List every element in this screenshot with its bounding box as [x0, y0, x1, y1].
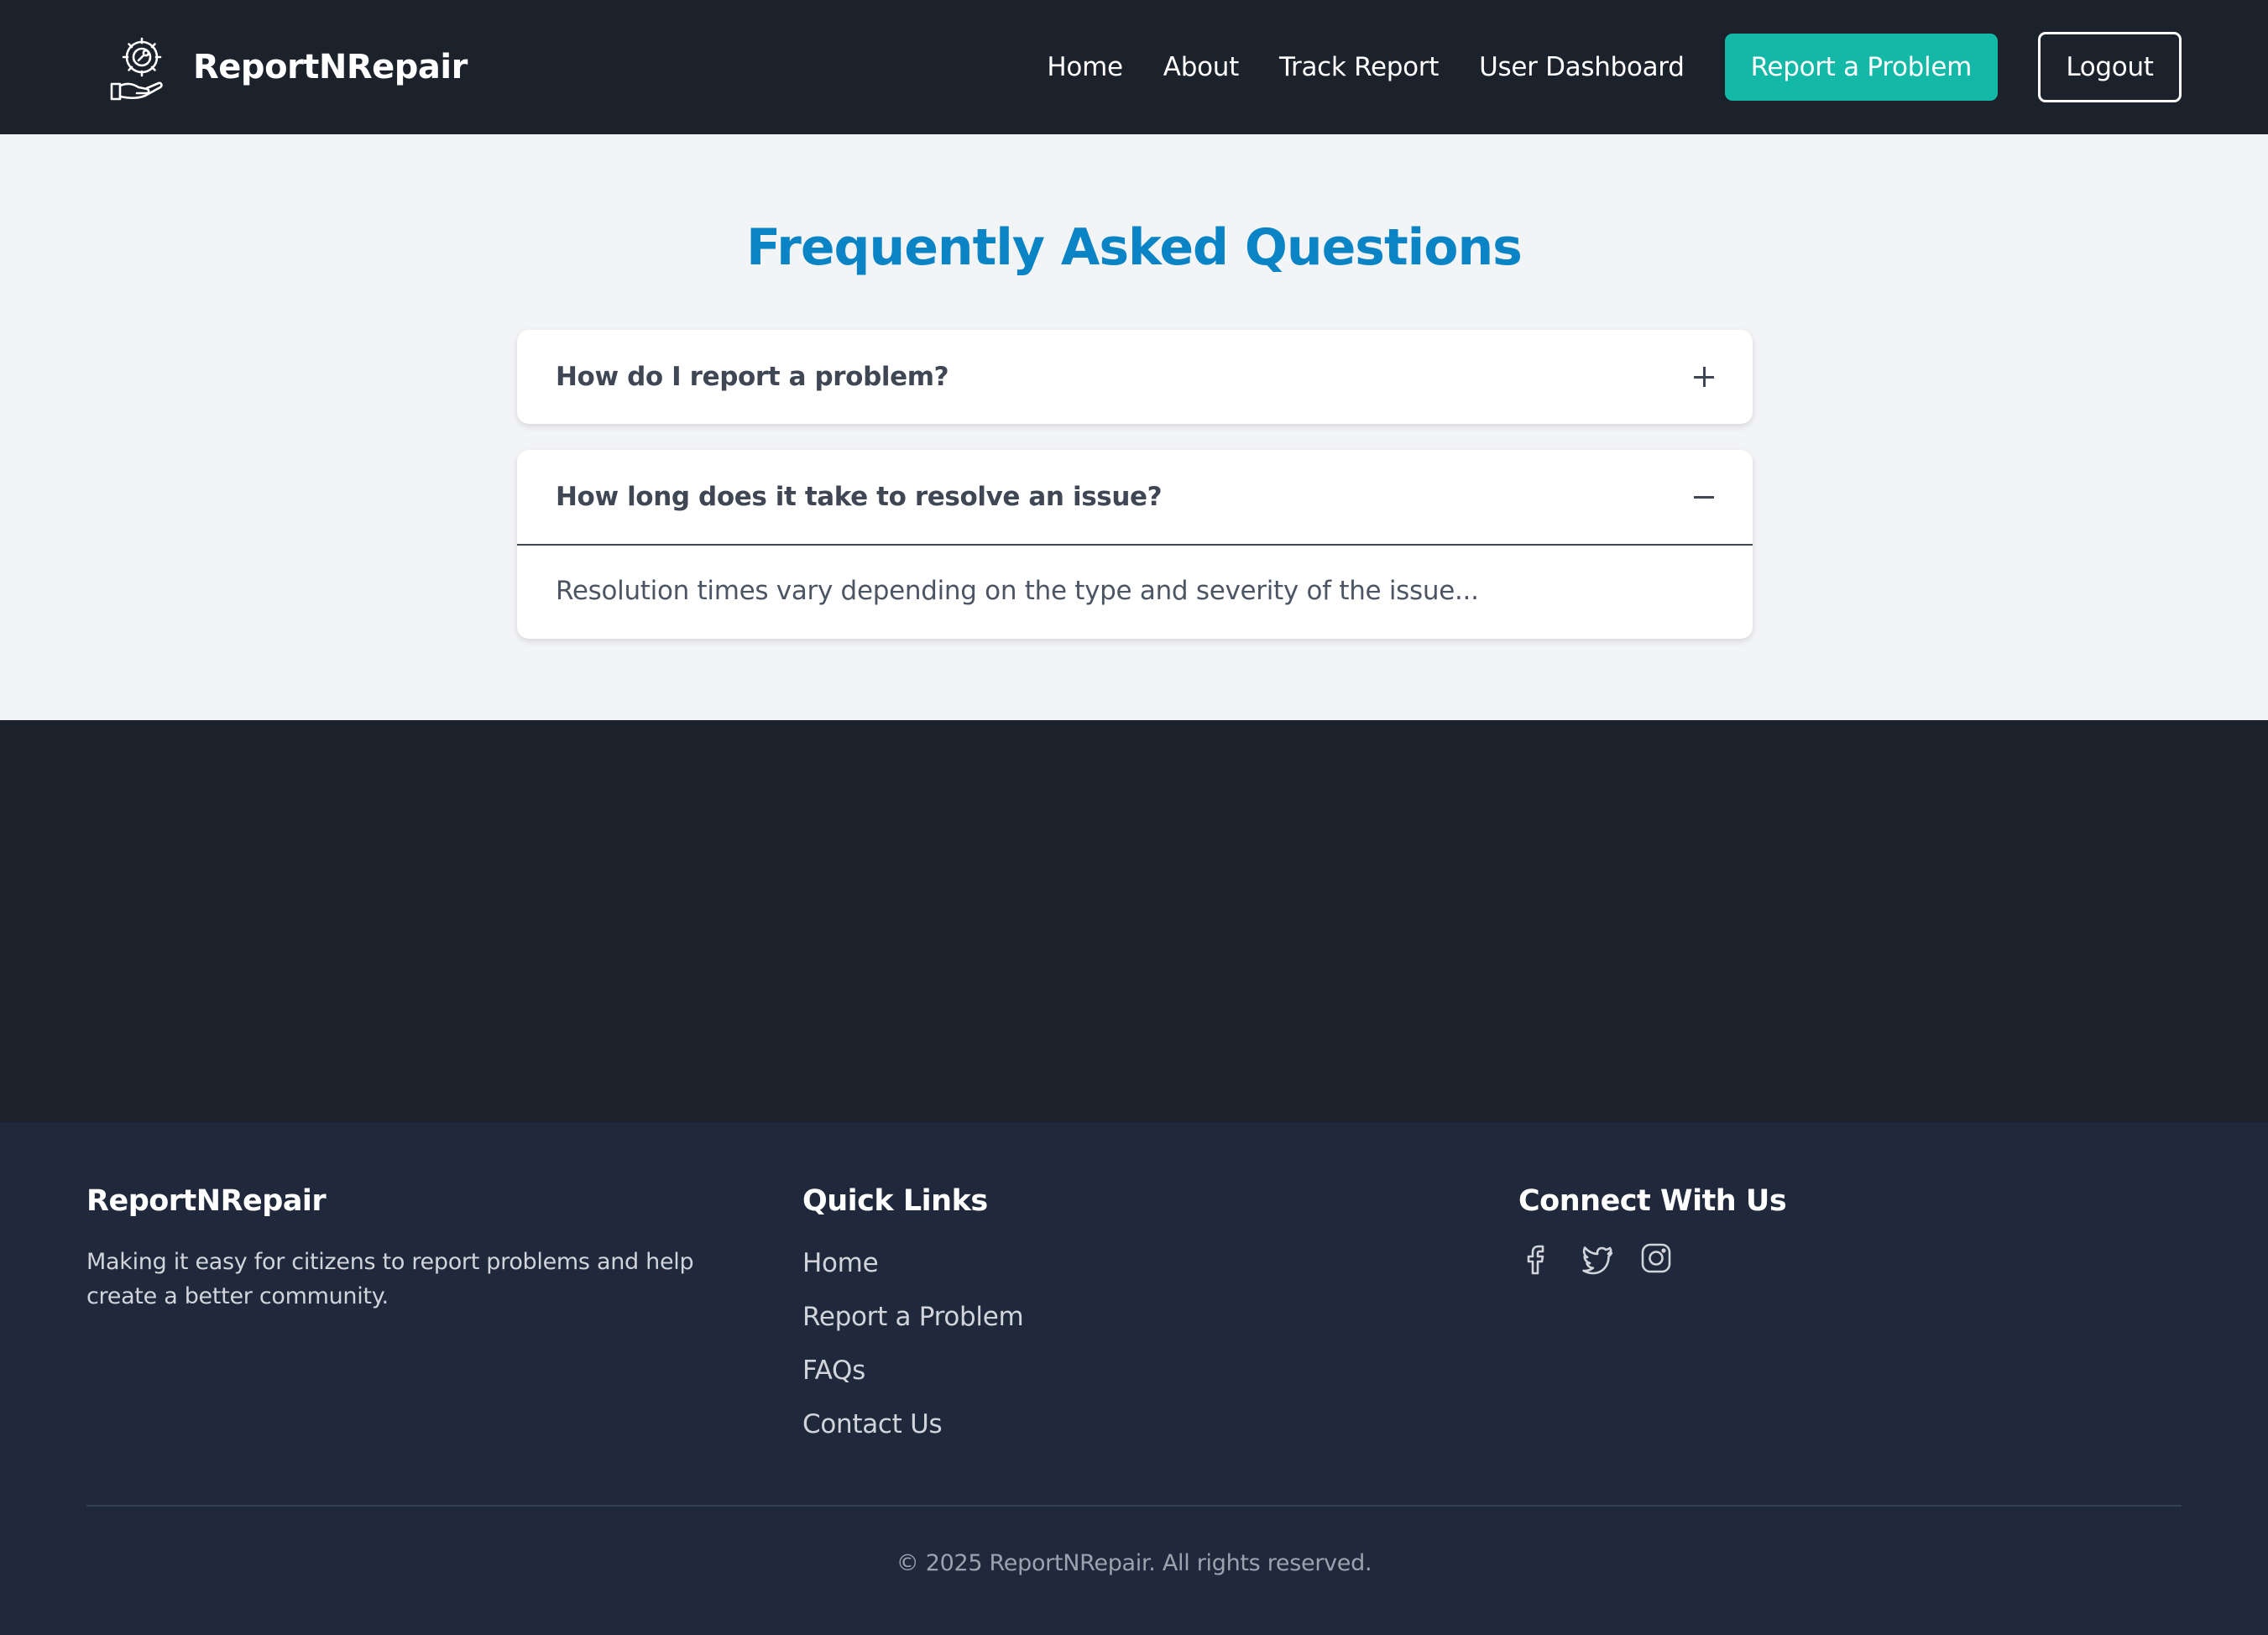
report-problem-button[interactable]: Report a Problem [1724, 34, 1998, 101]
minus-icon[interactable] [1694, 487, 1714, 507]
footer-about-heading: ReportNRepair [86, 1184, 327, 1218]
footer-about: ReportNRepair Making it easy for citizen… [86, 1184, 758, 1314]
empty-dark-section [0, 720, 2268, 1122]
nav-link-about[interactable]: About [1163, 52, 1239, 82]
footer-copyright: © 2025 ReportNRepair. All rights reserve… [896, 1550, 1372, 1576]
faq-item: How long does it take to resolve an issu… [517, 450, 1753, 639]
faq-answer-text: Resolution times vary depending on the t… [556, 576, 1479, 606]
social-icons [1518, 1241, 2190, 1275]
nav-links: Home About Track Report User Dashboard R… [1047, 32, 2182, 102]
logout-button[interactable]: Logout [2038, 32, 2182, 102]
brand[interactable]: ReportNRepair [105, 32, 468, 103]
plus-icon[interactable] [1694, 367, 1714, 387]
footer-link-report-problem[interactable]: Report a Problem [802, 1290, 1474, 1344]
twitter-icon[interactable] [1579, 1241, 1612, 1275]
nav-link-home[interactable]: Home [1047, 52, 1123, 82]
footer-link-faqs[interactable]: FAQs [802, 1344, 1474, 1397]
instagram-icon[interactable] [1639, 1241, 1673, 1275]
footer-quick-links: Quick Links Home Report a Problem FAQs C… [802, 1184, 1474, 1451]
faq-question-text: How do I report a problem? [556, 362, 949, 392]
facebook-icon[interactable] [1518, 1241, 1552, 1275]
faq-item: How do I report a problem? [517, 330, 1753, 424]
brand-name: ReportNRepair [193, 48, 468, 86]
footer-divider [86, 1505, 2182, 1507]
faq-question-text: How long does it take to resolve an issu… [556, 482, 1163, 512]
footer-link-contact-us[interactable]: Contact Us [802, 1397, 1474, 1451]
faq-question-toggle[interactable]: How long does it take to resolve an issu… [517, 450, 1753, 544]
faq-title: Frequently Asked Questions [746, 218, 1523, 277]
gear-hand-icon [110, 37, 163, 100]
navbar: ReportNRepair Home About Track Report Us… [0, 0, 2268, 134]
nav-link-track-report[interactable]: Track Report [1279, 52, 1439, 82]
faq-question-toggle[interactable]: How do I report a problem? [517, 330, 1753, 424]
footer-link-home[interactable]: Home [802, 1236, 1474, 1290]
faq-section: Frequently Asked Questions How do I repo… [0, 134, 2268, 720]
footer-about-description: Making it easy for citizens to report pr… [86, 1249, 694, 1309]
nav-link-user-dashboard[interactable]: User Dashboard [1479, 52, 1685, 82]
footer-connect: Connect With Us [1518, 1184, 2190, 1275]
footer-quick-links-heading: Quick Links [802, 1184, 988, 1218]
footer: ReportNRepair Making it easy for citizen… [0, 1122, 2268, 1635]
footer-connect-heading: Connect With Us [1518, 1184, 1787, 1218]
footer-links-list: Home Report a Problem FAQs Contact Us [802, 1236, 1474, 1451]
